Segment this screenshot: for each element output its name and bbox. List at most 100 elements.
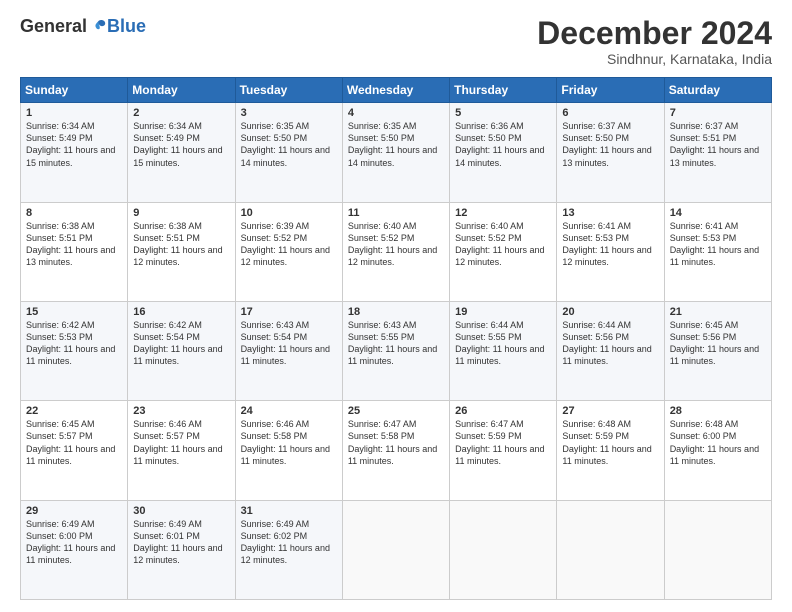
day-info: Sunrise: 6:34 AMSunset: 5:49 PMDaylight:… (133, 121, 222, 167)
page: General Blue December 2024 Sindhnur, Kar… (0, 0, 792, 612)
day-number: 12 (455, 207, 551, 219)
header: General Blue December 2024 Sindhnur, Kar… (20, 16, 772, 67)
day-info: Sunrise: 6:41 AMSunset: 5:53 PMDaylight:… (562, 221, 651, 267)
table-row: 13 Sunrise: 6:41 AMSunset: 5:53 PMDayligh… (557, 202, 664, 301)
logo-bird-icon (89, 18, 107, 36)
day-number: 4 (348, 107, 444, 119)
table-row: 25Sunrise: 6:47 AMSunset: 5:58 PMDayligh… (342, 401, 449, 500)
logo-text: General Blue (20, 16, 146, 37)
day-info: Sunrise: 6:35 AMSunset: 5:50 PMDaylight:… (241, 121, 330, 167)
day-info: Sunrise: 6:38 AMSunset: 5:51 PMDaylight:… (26, 221, 115, 267)
col-thursday: Thursday (450, 78, 557, 103)
day-info: Sunrise: 6:45 AMSunset: 5:57 PMDaylight:… (26, 419, 115, 465)
day-number: 10 (241, 207, 337, 219)
day-number: 13 (562, 207, 658, 219)
table-row: 17 Sunrise: 6:43 AMSunset: 5:54 PMDayligh… (235, 301, 342, 400)
table-row: 27Sunrise: 6:48 AMSunset: 5:59 PMDayligh… (557, 401, 664, 500)
table-row: 30 Sunrise: 6:49 AMSunset: 6:01 PMDayligh… (128, 500, 235, 599)
day-number: 9 (133, 207, 229, 219)
day-info: Sunrise: 6:44 AMSunset: 5:56 PMDaylight:… (562, 320, 651, 366)
table-row: 21Sunrise: 6:45 AMSunset: 5:56 PMDayligh… (664, 301, 771, 400)
day-number: 11 (348, 207, 444, 219)
table-row: 23 Sunrise: 6:46 AMSunset: 5:57 PMDayligh… (128, 401, 235, 500)
day-number: 25 (348, 405, 444, 417)
day-info: Sunrise: 6:40 AMSunset: 5:52 PMDaylight:… (348, 221, 437, 267)
col-friday: Friday (557, 78, 664, 103)
day-number: 17 (241, 306, 337, 318)
location-subtitle: Sindhnur, Karnataka, India (537, 51, 772, 67)
title-area: December 2024 Sindhnur, Karnataka, India (537, 16, 772, 67)
calendar-week-1: 1 Sunrise: 6:34 AMSunset: 5:49 PMDaylight… (21, 103, 772, 202)
day-info: Sunrise: 6:42 AMSunset: 5:53 PMDaylight:… (26, 320, 115, 366)
day-info: Sunrise: 6:48 AMSunset: 6:00 PMDaylight:… (670, 419, 759, 465)
col-sunday: Sunday (21, 78, 128, 103)
table-row: 5 Sunrise: 6:36 AMSunset: 5:50 PMDaylight… (450, 103, 557, 202)
calendar-week-4: 22 Sunrise: 6:45 AMSunset: 5:57 PMDayligh… (21, 401, 772, 500)
day-number: 27 (562, 405, 658, 417)
table-row: 3 Sunrise: 6:35 AMSunset: 5:50 PMDaylight… (235, 103, 342, 202)
day-number: 19 (455, 306, 551, 318)
table-row: 7 Sunrise: 6:37 AMSunset: 5:51 PMDaylight… (664, 103, 771, 202)
table-row: 4 Sunrise: 6:35 AMSunset: 5:50 PMDaylight… (342, 103, 449, 202)
day-info: Sunrise: 6:44 AMSunset: 5:55 PMDaylight:… (455, 320, 544, 366)
day-number: 2 (133, 107, 229, 119)
table-row: 8 Sunrise: 6:38 AMSunset: 5:51 PMDaylight… (21, 202, 128, 301)
day-number: 7 (670, 107, 766, 119)
table-row: 20Sunrise: 6:44 AMSunset: 5:56 PMDayligh… (557, 301, 664, 400)
calendar-header: Sunday Monday Tuesday Wednesday Thursday… (21, 78, 772, 103)
table-row: 22 Sunrise: 6:45 AMSunset: 5:57 PMDayligh… (21, 401, 128, 500)
col-wednesday: Wednesday (342, 78, 449, 103)
day-info: Sunrise: 6:49 AMSunset: 6:01 PMDaylight:… (133, 519, 222, 565)
logo: General Blue (20, 16, 146, 37)
day-number: 5 (455, 107, 551, 119)
table-row: 10Sunrise: 6:39 AMSunset: 5:52 PMDayligh… (235, 202, 342, 301)
day-info: Sunrise: 6:43 AMSunset: 5:55 PMDaylight:… (348, 320, 437, 366)
day-number: 24 (241, 405, 337, 417)
day-number: 22 (26, 405, 122, 417)
day-info: Sunrise: 6:43 AMSunset: 5:54 PMDaylight:… (241, 320, 330, 366)
day-number: 15 (26, 306, 122, 318)
day-number: 23 (133, 405, 229, 417)
day-number: 1 (26, 107, 122, 119)
day-info: Sunrise: 6:37 AMSunset: 5:50 PMDaylight:… (562, 121, 651, 167)
day-info: Sunrise: 6:42 AMSunset: 5:54 PMDaylight:… (133, 320, 222, 366)
day-info: Sunrise: 6:36 AMSunset: 5:50 PMDaylight:… (455, 121, 544, 167)
calendar-week-2: 8 Sunrise: 6:38 AMSunset: 5:51 PMDaylight… (21, 202, 772, 301)
col-saturday: Saturday (664, 78, 771, 103)
table-row (664, 500, 771, 599)
table-row: 15 Sunrise: 6:42 AMSunset: 5:53 PMDayligh… (21, 301, 128, 400)
day-number: 18 (348, 306, 444, 318)
table-row: 19 Sunrise: 6:44 AMSunset: 5:55 PMDayligh… (450, 301, 557, 400)
table-row: 18 Sunrise: 6:43 AMSunset: 5:55 PMDayligh… (342, 301, 449, 400)
logo-general: General (20, 16, 87, 37)
day-info: Sunrise: 6:49 AMSunset: 6:02 PMDaylight:… (241, 519, 330, 565)
table-row (450, 500, 557, 599)
table-row: 24 Sunrise: 6:46 AMSunset: 5:58 PMDayligh… (235, 401, 342, 500)
day-info: Sunrise: 6:41 AMSunset: 5:53 PMDaylight:… (670, 221, 759, 267)
table-row: 28 Sunrise: 6:48 AMSunset: 6:00 PMDayligh… (664, 401, 771, 500)
day-info: Sunrise: 6:46 AMSunset: 5:58 PMDaylight:… (241, 419, 330, 465)
table-row: 26Sunrise: 6:47 AMSunset: 5:59 PMDayligh… (450, 401, 557, 500)
table-row: 2 Sunrise: 6:34 AMSunset: 5:49 PMDaylight… (128, 103, 235, 202)
day-number: 28 (670, 405, 766, 417)
day-number: 8 (26, 207, 122, 219)
table-row: 16 Sunrise: 6:42 AMSunset: 5:54 PMDayligh… (128, 301, 235, 400)
table-row: 9 Sunrise: 6:38 AMSunset: 5:51 PMDaylight… (128, 202, 235, 301)
day-number: 30 (133, 505, 229, 517)
day-info: Sunrise: 6:45 AMSunset: 5:56 PMDaylight:… (670, 320, 759, 366)
calendar-body: 1 Sunrise: 6:34 AMSunset: 5:49 PMDaylight… (21, 103, 772, 600)
day-info: Sunrise: 6:35 AMSunset: 5:50 PMDaylight:… (348, 121, 437, 167)
calendar-table: Sunday Monday Tuesday Wednesday Thursday… (20, 77, 772, 600)
day-number: 26 (455, 405, 551, 417)
day-info: Sunrise: 6:38 AMSunset: 5:51 PMDaylight:… (133, 221, 222, 267)
day-info: Sunrise: 6:46 AMSunset: 5:57 PMDaylight:… (133, 419, 222, 465)
col-monday: Monday (128, 78, 235, 103)
day-number: 16 (133, 306, 229, 318)
day-info: Sunrise: 6:49 AMSunset: 6:00 PMDaylight:… (26, 519, 115, 565)
table-row: 1Sunrise: 6:34 AMSunset: 5:49 PMDaylight… (21, 103, 128, 202)
logo-blue: Blue (107, 16, 146, 37)
table-row (342, 500, 449, 599)
day-number: 3 (241, 107, 337, 119)
calendar-week-5: 29Sunrise: 6:49 AMSunset: 6:00 PMDayligh… (21, 500, 772, 599)
day-info: Sunrise: 6:37 AMSunset: 5:51 PMDaylight:… (670, 121, 759, 167)
